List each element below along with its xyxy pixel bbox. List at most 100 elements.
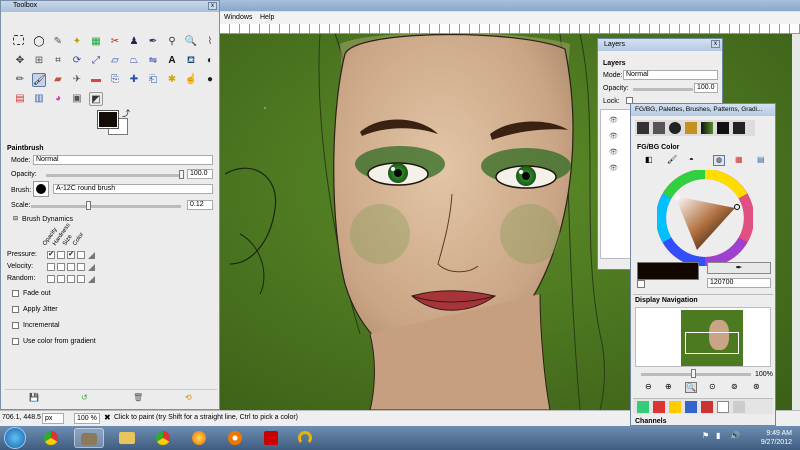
layers-mode-select[interactable]: Normal (623, 70, 718, 80)
undo-tab-icon[interactable] (685, 401, 697, 413)
taskbar-explorer-icon[interactable] (112, 428, 142, 448)
triangle-selector-icon[interactable]: ◓ (689, 155, 694, 164)
dynamics-checkbox[interactable] (47, 275, 55, 283)
dynamics-checkbox[interactable] (67, 275, 75, 283)
free-select-icon[interactable]: ✎ (51, 35, 65, 49)
reset-options-icon[interactable]: ⟲ (185, 393, 192, 402)
perspective-clone-icon[interactable]: ⎗ (146, 73, 160, 87)
zoom-fit-icon[interactable]: ⊙ (709, 382, 716, 391)
crop-icon[interactable]: ⌗ (51, 54, 65, 68)
shear-icon[interactable]: ▱ (108, 54, 122, 68)
paintbrush-icon[interactable]: 🖌 (32, 73, 46, 87)
paths-tab-icon[interactable] (669, 401, 681, 413)
curve-icon[interactable] (88, 264, 95, 271)
clock[interactable]: 9:49 AM 9/27/2012 (761, 429, 792, 447)
scale-field[interactable]: 0.12 (187, 200, 213, 210)
color-wheel[interactable] (657, 170, 753, 266)
fade-out-checkbox[interactable] (12, 290, 19, 297)
brush-preview[interactable] (33, 181, 49, 197)
scale-icon[interactable]: ⤢ (89, 54, 103, 68)
wheel-selector-icon[interactable]: ◍ (713, 155, 725, 166)
color-picker-button[interactable]: ✒ (707, 262, 771, 274)
visibility-eye-icon[interactable]: 👁 (609, 132, 618, 140)
scale-slider-thumb[interactable] (86, 201, 91, 210)
eraser-icon[interactable]: ▰ (51, 73, 65, 87)
layers-opacity-slider[interactable] (633, 88, 693, 91)
taskbar-headphones-icon[interactable] (290, 428, 320, 448)
dodge-burn-icon[interactable]: ● (203, 73, 217, 87)
opacity-slider[interactable] (46, 174, 181, 177)
fuzzy-select-icon[interactable]: ✦ (70, 35, 84, 49)
visibility-eye-icon[interactable]: 👁 (609, 164, 618, 172)
tab-gradients[interactable] (701, 122, 713, 134)
document-history-tab-icon[interactable] (733, 401, 745, 413)
zoom-icon[interactable]: 🔍 (184, 35, 198, 49)
incremental-checkbox[interactable] (12, 322, 19, 329)
use-color-gradient-checkbox[interactable] (12, 338, 19, 345)
delete-options-icon[interactable]: 🗑 (133, 393, 143, 402)
layers-opacity-field[interactable]: 100.0 (694, 83, 718, 93)
watercolor-selector-icon[interactable]: ▦ (735, 155, 743, 164)
nav-zoom-slider[interactable] (641, 373, 751, 376)
tab-patterns[interactable] (685, 122, 697, 134)
rotate-icon[interactable]: ⟳ (70, 54, 84, 68)
dynamics-checkbox[interactable] (57, 275, 65, 283)
dynamics-checkbox[interactable] (77, 251, 85, 259)
nav-zoom-thumb[interactable] (691, 369, 696, 378)
fgbg-titlebar[interactable]: FG/BG, Palettes, Brushes, Patterns, Grad… (631, 104, 775, 116)
foreground-color-swatch[interactable] (97, 110, 119, 129)
ellipse-select-icon[interactable]: ◯ (32, 35, 46, 49)
cmyk-selector-icon[interactable]: 🖌 (667, 155, 677, 164)
apply-jitter-checkbox[interactable] (12, 306, 19, 313)
taskbar-chrome-icon[interactable] (148, 428, 178, 448)
gradient-dock-icon[interactable]: ◕ (51, 92, 65, 106)
foreground-select-icon[interactable]: ♟ (127, 35, 141, 49)
bg-color-swatch[interactable] (637, 280, 645, 288)
pencil-icon[interactable]: ✏ (13, 73, 27, 87)
dynamics-checkbox[interactable] (67, 263, 75, 271)
bucket-fill-icon[interactable]: ⛾ (184, 54, 198, 68)
start-button[interactable] (4, 427, 26, 449)
brush-name-field[interactable]: A-12C round brush (53, 184, 213, 194)
scales-selector-icon[interactable]: ▤ (757, 155, 765, 164)
vertical-scrollbar[interactable] (792, 34, 800, 410)
curve-icon[interactable] (88, 276, 95, 283)
dynamics-checkbox[interactable] (77, 275, 85, 283)
taskbar-filezilla-icon[interactable] (256, 428, 286, 448)
tray-volume-icon[interactable]: 🔊 (730, 431, 742, 443)
gimp-selector-icon[interactable]: ◧ (645, 155, 653, 164)
flip-icon[interactable]: ⇋ (146, 54, 160, 68)
perspective-icon[interactable]: ⏢ (127, 54, 141, 68)
unit-select[interactable]: px (42, 413, 64, 424)
save-options-icon[interactable]: 💾 (29, 393, 39, 402)
brush-dock-icon[interactable]: ▤ (13, 92, 27, 106)
layers-close-button[interactable]: x (711, 40, 720, 48)
restore-options-icon[interactable]: ↺ (81, 393, 88, 402)
nav-viewport[interactable] (685, 332, 739, 354)
menu-windows[interactable]: Windows (224, 14, 252, 21)
channels-tab-icon[interactable] (653, 401, 665, 413)
taskbar-gimp-icon[interactable] (74, 428, 104, 448)
shrink-wrap-icon[interactable]: ⊛ (753, 382, 760, 391)
blur-icon[interactable]: ✱ (165, 73, 179, 87)
tab-fgbg[interactable] (637, 122, 649, 134)
taskbar-firefox-icon[interactable] (184, 428, 214, 448)
tab-more[interactable] (733, 122, 745, 134)
color-picker-icon[interactable]: ⚲ (165, 35, 179, 49)
hex-field[interactable]: 120700 (707, 278, 771, 288)
document-icon[interactable]: ▣ (70, 92, 84, 106)
brush-dynamics-label[interactable]: Brush Dynamics (22, 216, 73, 223)
zoom-100-icon[interactable]: 🔍 (685, 382, 697, 393)
dynamics-checkbox[interactable] (57, 263, 65, 271)
clone-icon[interactable]: ⎘ (108, 73, 122, 87)
smudge-icon[interactable]: ☝ (184, 73, 198, 87)
zoom-fill-icon[interactable]: ⊚ (731, 382, 738, 391)
tab-brushes[interactable] (669, 122, 681, 134)
color-select-icon[interactable]: ▦ (89, 35, 103, 49)
curve-icon[interactable] (88, 252, 95, 259)
scissors-icon[interactable]: ✂ (108, 35, 122, 49)
blend-icon[interactable]: ◐ (203, 54, 217, 68)
zoom-out-icon[interactable]: ⊖ (645, 382, 652, 391)
close-button[interactable]: x (208, 2, 217, 10)
dynamics-checkbox[interactable] (57, 251, 65, 259)
